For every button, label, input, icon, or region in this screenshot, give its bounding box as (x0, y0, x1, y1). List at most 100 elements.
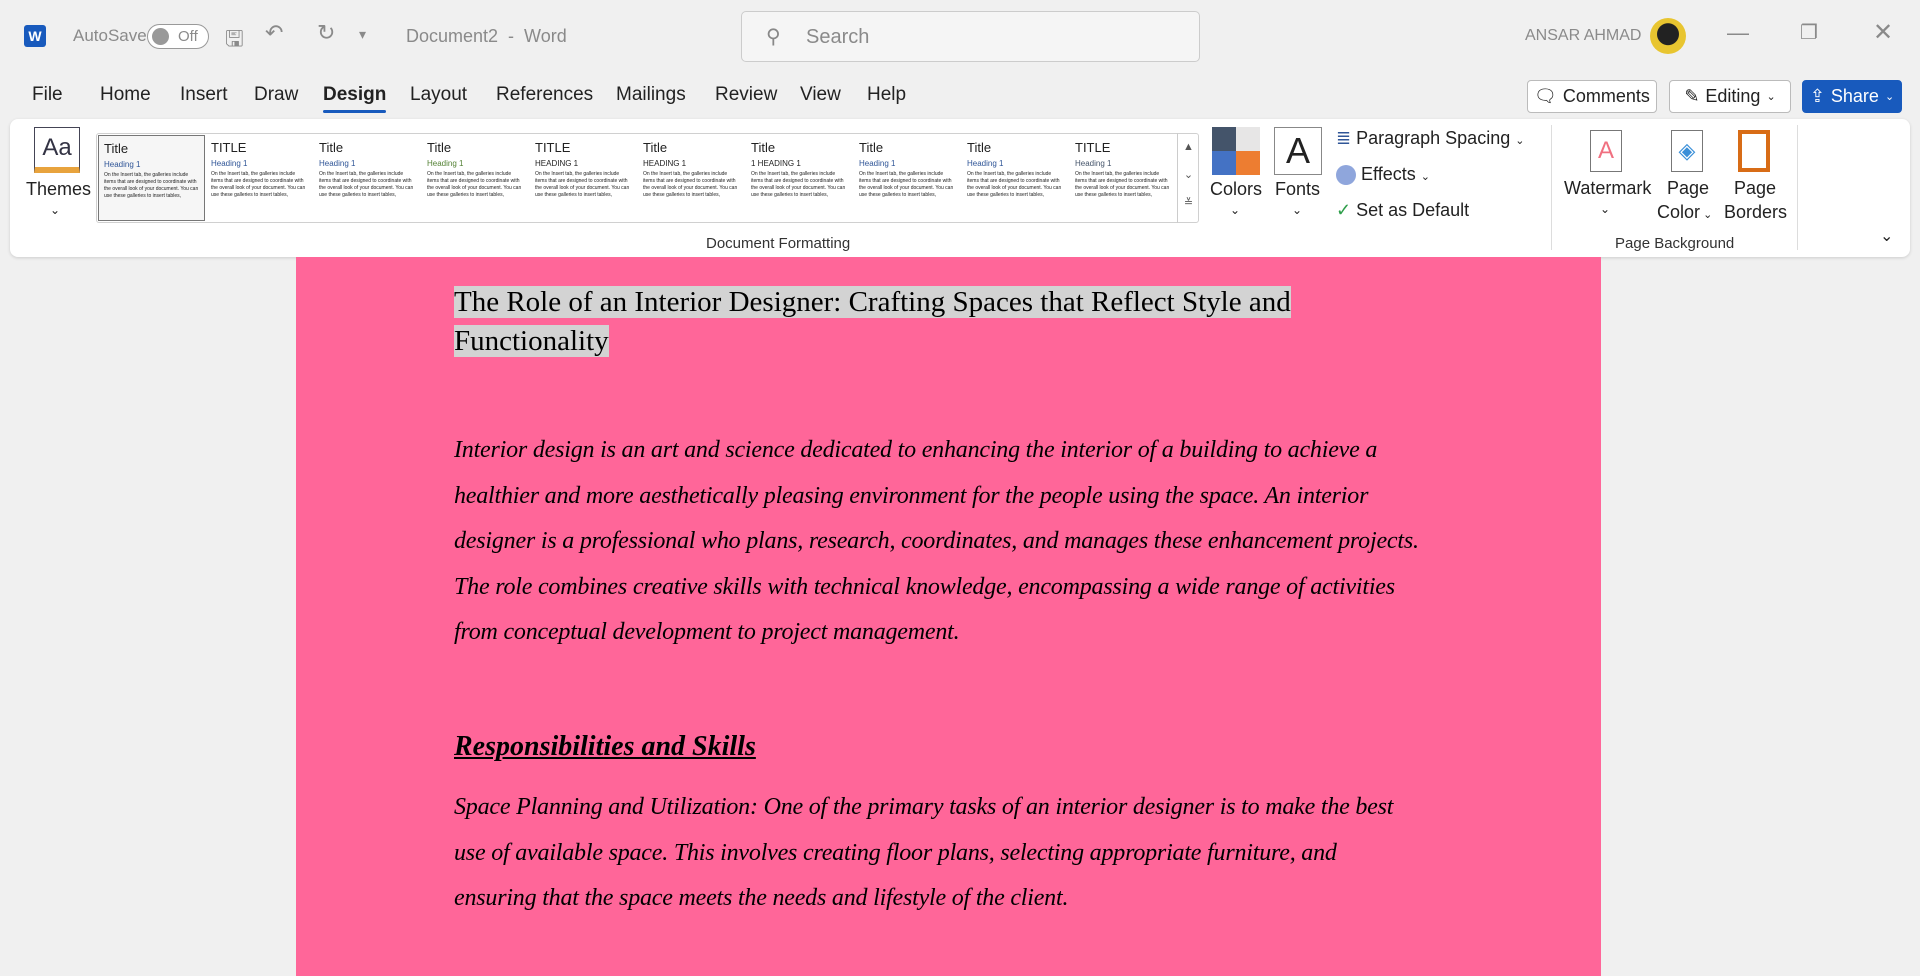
autosave-toggle[interactable]: Off (147, 24, 209, 49)
page-borders-button[interactable]: Page Borders (1722, 128, 1788, 228)
paragraph-line: Interior design is an art and science de… (454, 437, 1378, 463)
editing-label: Editing (1705, 86, 1761, 106)
tab-view[interactable]: View (800, 84, 841, 106)
chevron-down-icon: ⌄ (1884, 91, 1895, 103)
chevron-down-icon: ⌄ (50, 203, 61, 217)
thumb-sample: On the Insert tab, the galleries include… (104, 172, 199, 199)
comments-button[interactable]: 🗨 Comments (1527, 80, 1657, 113)
avatar[interactable] (1650, 18, 1686, 54)
style-set-thumbnail[interactable]: Title Heading 1 On the Insert tab, the gal… (962, 135, 1069, 221)
scroll-down-icon[interactable]: ⌄ (1178, 161, 1199, 189)
style-set-thumbnail[interactable]: Title Heading 1 On the Insert tab, the gal… (854, 135, 961, 221)
effects-icon (1336, 165, 1356, 186)
page-color-label: Page (1667, 178, 1710, 198)
themes-label: Themes (26, 179, 92, 199)
style-set-thumbnail[interactable]: Title Heading 1 On the Insert tab, the gal… (98, 135, 205, 221)
close-icon[interactable]: ✕ (1873, 18, 1893, 47)
thumb-heading: Heading 1 (319, 159, 356, 168)
tab-review[interactable]: Review (715, 84, 777, 106)
tab-home[interactable]: Home (100, 84, 151, 106)
tab-file[interactable]: File (32, 84, 63, 106)
paragraph-spacing-icon: ≣ (1336, 128, 1352, 148)
autosave-label: AutoSave (73, 26, 147, 45)
more-styles-icon[interactable]: ≚ (1178, 189, 1199, 217)
word-logo-icon: W (24, 25, 46, 47)
section-heading[interactable]: Responsibilities and Skills (454, 731, 756, 763)
paragraph-line: use of available space. This involves cr… (454, 839, 1337, 866)
paragraph-spacing-label: Paragraph Spacing (1356, 128, 1511, 148)
tab-insert[interactable]: Insert (180, 84, 228, 106)
thumb-title: Title (427, 140, 452, 155)
thumb-heading: Heading 1 (104, 160, 141, 169)
effects-button[interactable]: Effects ⌄ (1336, 164, 1430, 186)
style-set-thumbnail[interactable]: Title Heading 1 On the Insert tab, the gal… (314, 135, 421, 221)
style-set-thumbnail[interactable]: Title 1 HEADING 1 On the Insert tab, the g… (746, 135, 853, 221)
page-borders-label-2: Borders (1724, 202, 1788, 222)
style-set-gallery: Title Heading 1 On the Insert tab, the gal… (96, 133, 1199, 223)
page-color-button[interactable]: ◈ Page Color ⌄ (1655, 128, 1719, 228)
editing-button[interactable]: ✎ Editing ⌄ (1669, 80, 1791, 113)
paragraph-line: from conceptual development to project m… (454, 619, 960, 645)
share-button[interactable]: ⇪ Share ⌄ (1802, 80, 1902, 113)
chevron-down-icon: ⌄ (1766, 91, 1776, 103)
minimize-icon[interactable]: — (1727, 20, 1749, 46)
thumb-title: Title (643, 140, 668, 155)
style-set-thumbnail[interactable]: TITLE Heading 1 On the Insert tab, the gal… (1070, 135, 1177, 221)
tab-mailings[interactable]: Mailings (616, 84, 686, 106)
thumb-sample: On the Insert tab, the galleries include… (751, 171, 846, 198)
themes-button[interactable]: Aa Themes ⌄ (20, 127, 92, 227)
fonts-button[interactable]: A Fonts ⌄ (1272, 127, 1324, 227)
restore-icon[interactable]: ❐ (1800, 20, 1818, 45)
undo-icon[interactable]: ↶ (265, 20, 283, 46)
colors-button[interactable]: Colors ⌄ (1210, 127, 1262, 227)
thumb-sample: On the Insert tab, the galleries include… (535, 171, 630, 198)
thumb-title: Title (104, 141, 129, 156)
redo-icon[interactable]: ↻ (317, 20, 335, 46)
scroll-up-icon[interactable]: ▲ (1178, 133, 1199, 161)
set-as-default-button[interactable]: ✓ Set as Default (1336, 200, 1469, 221)
paragraph-line: Space Planning and Utilization: One of t… (454, 794, 1394, 820)
paragraph-line: healthier and more aesthetically pleasin… (454, 482, 1369, 509)
document-page[interactable]: The Role of an Interior Designer: Crafti… (296, 257, 1601, 976)
effects-label: Effects (1361, 164, 1416, 184)
gallery-scroll[interactable]: ▲ ⌄ ≚ (1177, 133, 1199, 223)
collapse-ribbon-icon[interactable]: ⌄ (1880, 226, 1893, 246)
watermark-button[interactable]: A Watermark ⌄ (1562, 128, 1652, 228)
thumb-sample: On the Insert tab, the galleries include… (859, 171, 954, 198)
comments-label: Comments (1562, 86, 1650, 106)
search-box[interactable]: ⚲ Search (741, 11, 1200, 62)
toggle-knob (152, 28, 169, 45)
thumb-title: Title (967, 140, 992, 155)
thumb-sample: On the Insert tab, the galleries include… (643, 171, 738, 198)
pencil-icon: ✎ (1684, 86, 1700, 106)
style-set-thumbnail[interactable]: Title HEADING 1 On the Insert tab, the gal… (638, 135, 745, 221)
thumb-title: TITLE (211, 140, 247, 155)
tab-references[interactable]: References (496, 84, 593, 106)
tab-draw[interactable]: Draw (254, 84, 298, 106)
style-set-thumbnail[interactable]: TITLE Heading 1 On the Insert tab, the gal… (206, 135, 313, 221)
tab-layout[interactable]: Layout (410, 84, 467, 106)
style-set-thumbnail[interactable]: TITLE HEADING 1 On the Insert tab, the gal… (530, 135, 637, 221)
colors-label: Colors (1210, 179, 1263, 199)
comment-icon: 🗨 (1534, 86, 1557, 106)
fonts-label: Fonts (1275, 179, 1321, 199)
tab-help[interactable]: Help (867, 84, 906, 106)
page-color-icon: ◈ (1671, 130, 1703, 172)
group-label-page-background: Page Background (1615, 235, 1735, 252)
search-icon: ⚲ (766, 26, 781, 48)
style-set-thumbnail[interactable]: Title Heading 1 On the Insert tab, the gal… (422, 135, 529, 221)
thumb-title: TITLE (1075, 140, 1111, 155)
document-title: Document2 - Word (406, 26, 567, 46)
fonts-icon: A (1274, 127, 1322, 175)
paragraph-spacing-button[interactable]: ≣ Paragraph Spacing ⌄ (1336, 128, 1524, 149)
page-borders-icon (1738, 130, 1770, 172)
tab-design[interactable]: Design (323, 84, 387, 113)
save-icon[interactable]: 🖫 (225, 22, 244, 60)
customize-qat-icon[interactable]: ▾ (359, 26, 366, 43)
document-title-text[interactable]: The Role of an Interior Designer: Crafti… (454, 283, 1291, 361)
colors-icon (1212, 127, 1260, 175)
thumb-title: Title (751, 140, 776, 155)
checkmark-icon: ✓ (1336, 200, 1352, 220)
thumb-heading: HEADING 1 (535, 159, 579, 168)
thumb-heading: Heading 1 (1075, 159, 1112, 168)
